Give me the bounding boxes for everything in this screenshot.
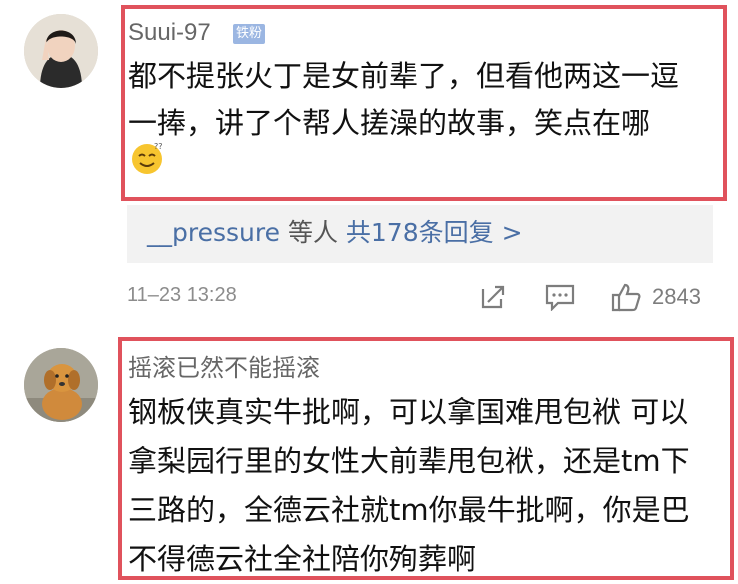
fan-badge: 铁粉 — [233, 24, 266, 44]
like-count: 2843 — [652, 284, 701, 309]
reply-username[interactable]: __pressure — [147, 218, 280, 247]
avatar-photo — [24, 14, 98, 88]
comment-username[interactable]: Suui-97 — [128, 19, 211, 47]
confused-smile-emoji: ?? — [132, 142, 163, 174]
avatar-suui97[interactable] — [24, 14, 98, 88]
comment-line: 拿梨园行里的女性大前辈甩包袱，还是tm下 — [128, 444, 690, 478]
comment-line: 都不提张火丁是女前辈了，但看他两这一逗 — [128, 59, 680, 93]
comment-timestamp: 11–23 13:28 — [127, 284, 237, 306]
comment-username[interactable]: 摇滚已然不能摇滚 — [128, 355, 320, 383]
thumbs-up-icon[interactable] — [610, 281, 642, 313]
share-icon[interactable] — [478, 283, 508, 311]
reply-others-label: 等人 — [287, 218, 338, 247]
comment-text: 钢板侠真实牛批啊，可以拿国难甩包袱 可以 拿梨园行里的女性大前辈甩包袱，还是tm… — [128, 388, 690, 584]
comment-line: 一捧，讲了个帮人搓澡的故事，笑点在哪 — [128, 106, 651, 140]
comment-line: 不得德云社全社陪你殉葬啊 — [128, 542, 477, 576]
reply-count-link[interactable]: 共178条回复 > — [346, 218, 523, 247]
comment-text: 都不提张火丁是女前辈了，但看他两这一逗 一捧，讲了个帮人搓澡的故事，笑点在哪 — [128, 53, 679, 147]
avatar-dog[interactable] — [24, 348, 98, 422]
avatar-photo — [24, 348, 98, 422]
reply-summary[interactable]: __pressure 等人 共178条回复 > — [127, 205, 713, 263]
svg-text:??: ?? — [154, 142, 163, 151]
comment-line: 三路的，全德云社就tm你最牛批啊，你是巴 — [128, 493, 690, 527]
comment-line: 钢板侠真实牛批啊，可以拿国难甩包袱 可以 — [128, 395, 689, 429]
comment-icon[interactable] — [544, 283, 576, 311]
